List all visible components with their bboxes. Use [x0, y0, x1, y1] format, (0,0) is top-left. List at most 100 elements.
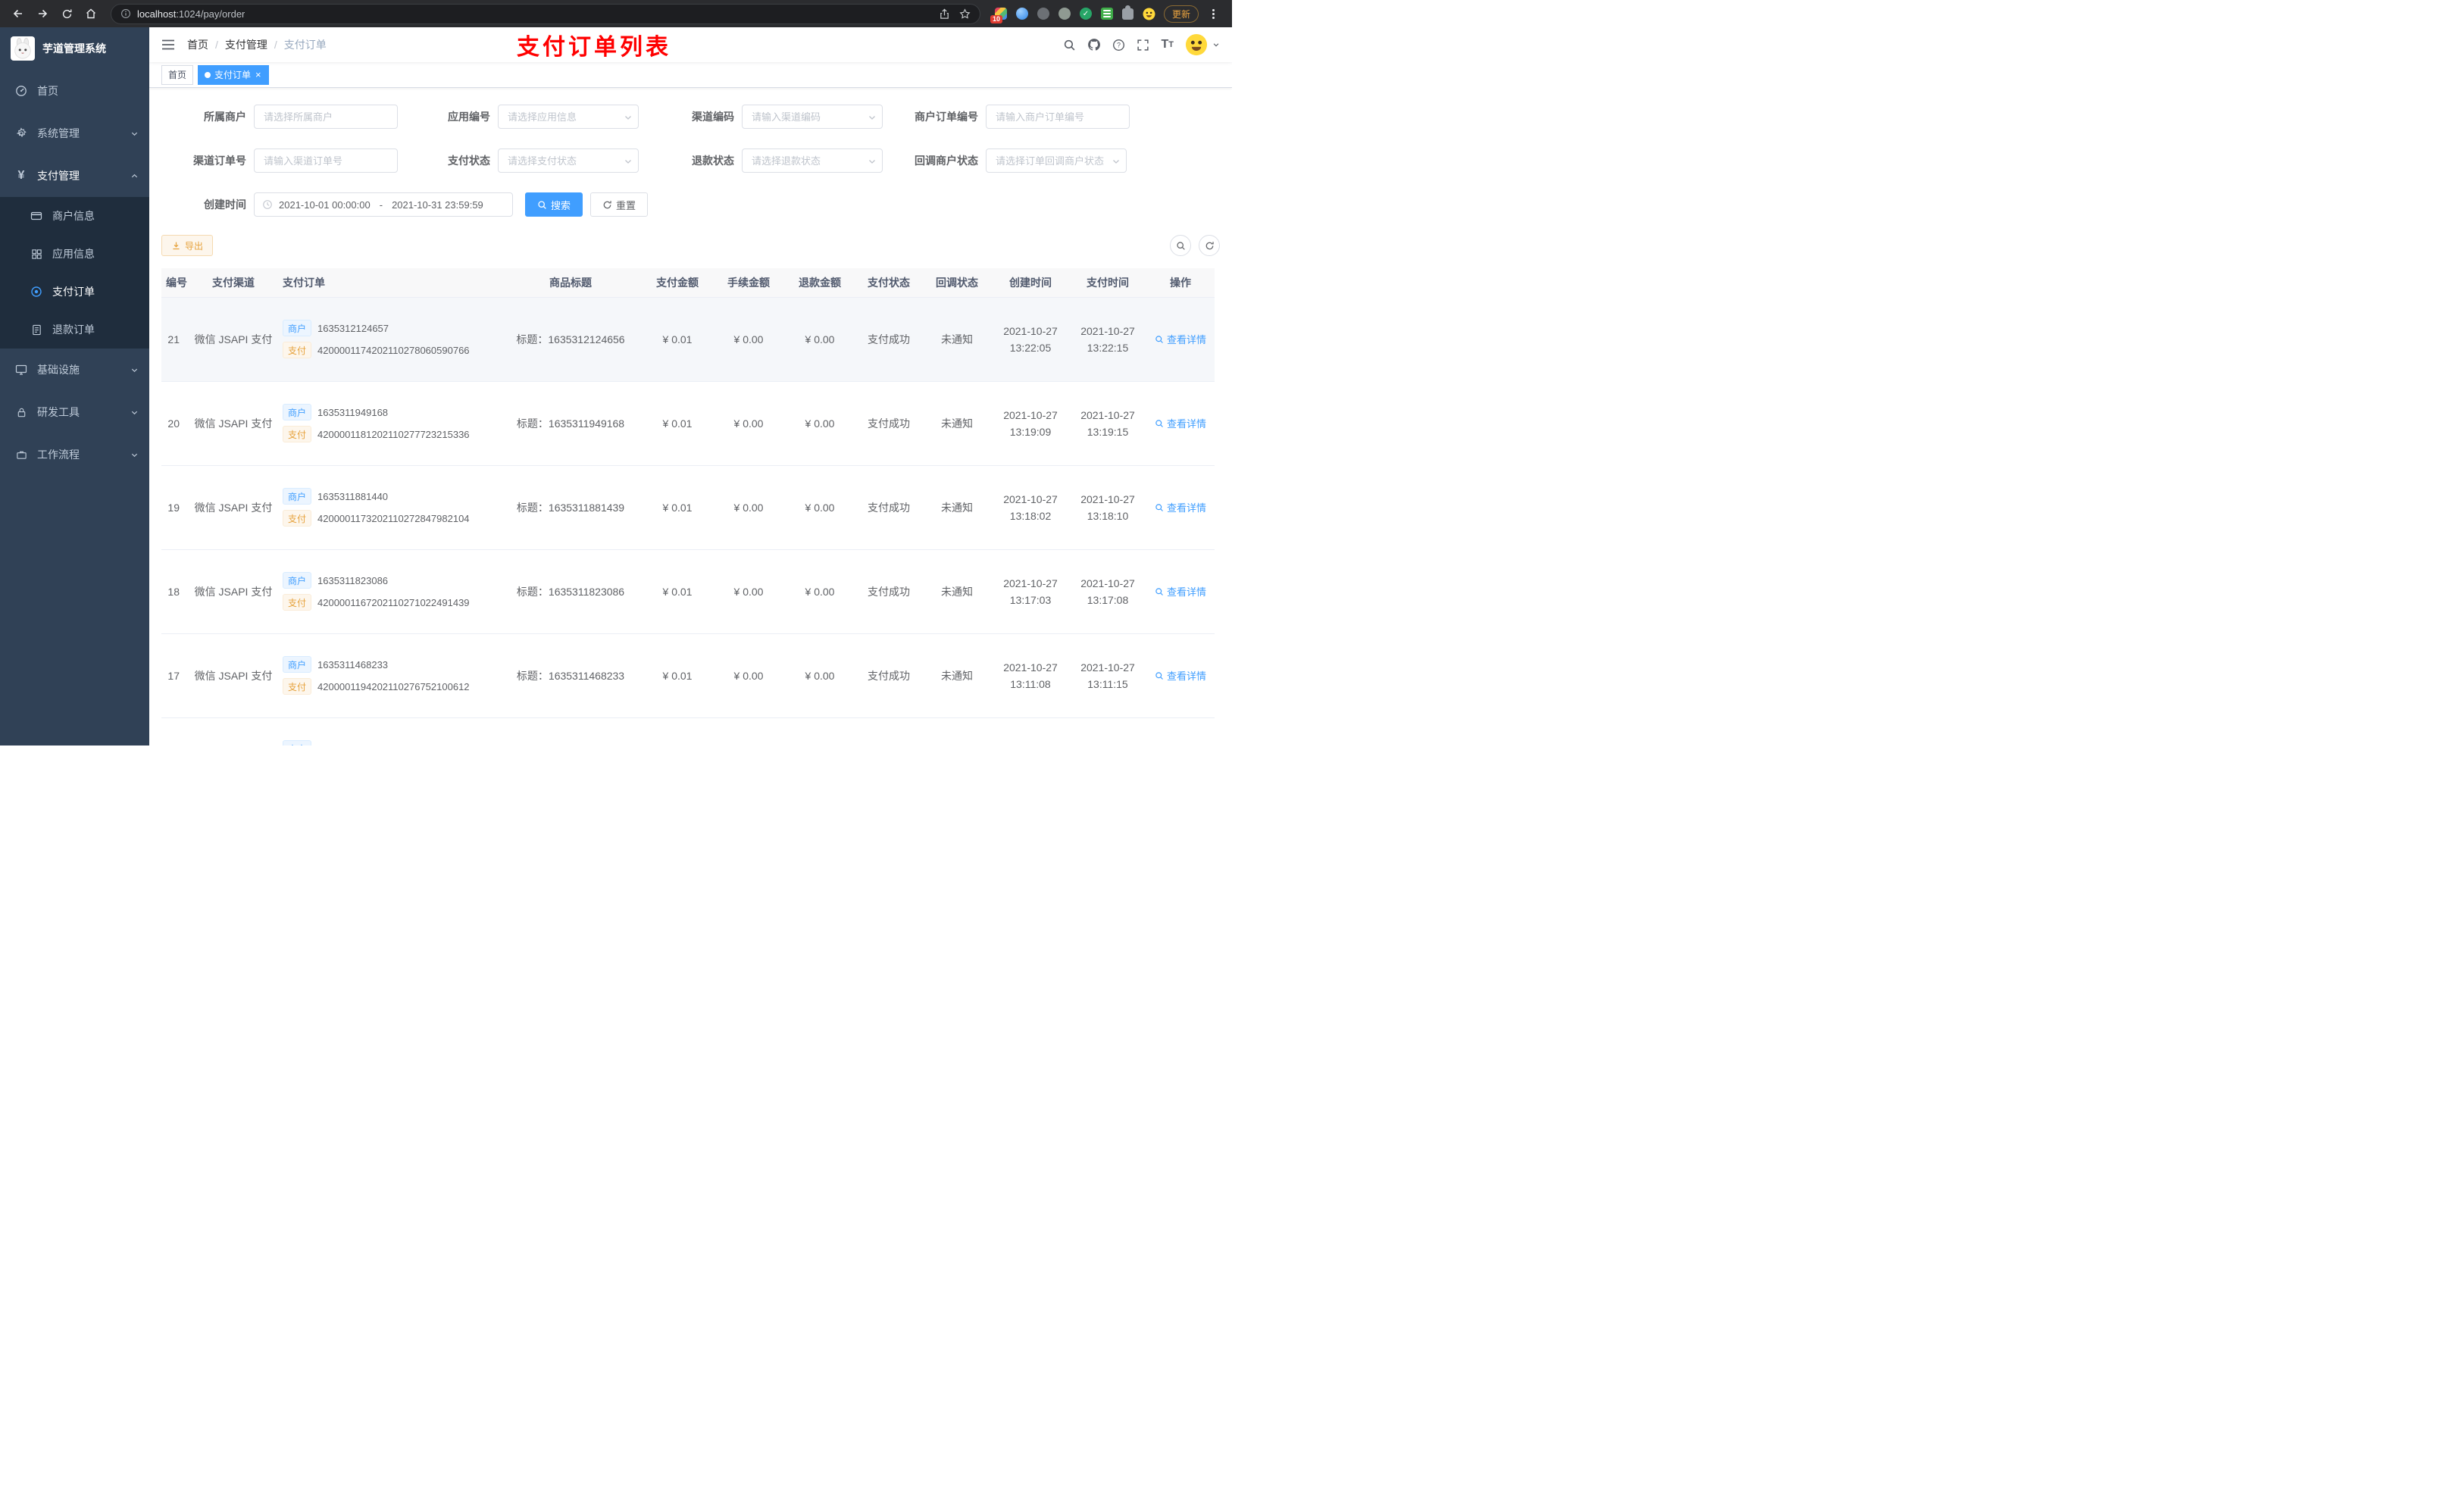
search-button[interactable]: 搜索 [525, 192, 583, 217]
sidebar-item-devtools[interactable]: 研发工具 [0, 391, 149, 433]
dashboard-icon [14, 85, 28, 97]
view-detail-link[interactable]: 查看详情 [1155, 416, 1206, 430]
fullscreen-icon[interactable] [1137, 39, 1149, 52]
merchant-filter-input[interactable] [254, 105, 398, 129]
yen-icon: ¥ [17, 169, 25, 182]
cell-pay-time: 2021-10-27 13:18:10 [1069, 465, 1146, 550]
pay-tag: 支付 [283, 510, 312, 527]
reset-button[interactable]: 重置 [590, 192, 649, 217]
bookmark-star-icon[interactable] [959, 8, 971, 20]
sidebar-item-payment[interactable]: ¥ 支付管理 [0, 155, 149, 197]
extensions-puzzle-icon[interactable] [1121, 5, 1135, 20]
refund-status-select[interactable] [742, 148, 883, 173]
chevron-up-icon [130, 172, 139, 180]
lock-icon [14, 407, 28, 418]
chat-extension-icon[interactable] [1100, 7, 1114, 20]
site-info-icon[interactable] [120, 8, 131, 19]
help-icon[interactable]: ? [1112, 39, 1125, 52]
update-button[interactable]: 更新 [1163, 5, 1199, 23]
column-header: 商品标题 [499, 268, 642, 298]
app-filter-select[interactable] [498, 105, 639, 129]
cell-refund: ¥ 0.00 [784, 297, 855, 382]
merchant-order-no-input[interactable] [986, 105, 1130, 129]
gear-icon [14, 127, 28, 139]
sidebar-item-infra[interactable]: 基础设施 [0, 349, 149, 391]
breadcrumb: 首页 / 支付管理 / 支付订单 [187, 37, 327, 52]
emoji-avatar-extension-icon[interactable] [1143, 7, 1156, 20]
clock-icon [262, 199, 273, 210]
merchant-tag: 商户 [283, 572, 312, 589]
font-size-icon[interactable]: TT [1161, 39, 1174, 51]
notify-status-select[interactable] [986, 148, 1127, 173]
export-button[interactable]: 导出 [161, 235, 214, 256]
cell-channel: 微信 JSAPI 支付 [189, 381, 278, 466]
sidebar-item-app-info[interactable]: 应用信息 [0, 235, 149, 273]
target-icon [30, 286, 43, 298]
forward-button[interactable] [32, 3, 53, 24]
reload-button[interactable] [56, 3, 77, 24]
cell-notify: 未通知 [922, 465, 992, 550]
breadcrumb-home[interactable]: 首页 [187, 37, 208, 52]
refresh-button[interactable] [1199, 235, 1220, 256]
cell-amount: ¥ 0.01 [642, 549, 713, 634]
tag-home[interactable]: 首页 [161, 64, 194, 85]
sidebar-item-home[interactable]: 首页 [0, 70, 149, 112]
tag-close-icon[interactable]: × [255, 70, 262, 80]
filter-label-refund-status: 退款状态 [692, 155, 734, 167]
breadcrumb-payment[interactable]: 支付管理 [225, 37, 267, 52]
cell-channel: 微信 JSAPI 支付 [189, 633, 278, 718]
cell-action: 查看详情 [1146, 297, 1215, 382]
tag-pay-order[interactable]: 支付订单 × [198, 64, 269, 85]
cell-fee: ¥ 0.00 [713, 297, 784, 382]
pay-status-select[interactable] [498, 148, 639, 173]
home-button[interactable] [80, 3, 102, 24]
sidebar-item-system[interactable]: 系统管理 [0, 112, 149, 155]
cell-fee: ¥ 0.00 [713, 381, 784, 466]
toggle-search-button[interactable] [1170, 235, 1191, 256]
gray-extension-icon-1[interactable] [1037, 7, 1050, 20]
sidebar-item-pay-order[interactable]: 支付订单 [0, 273, 149, 311]
colorful-extension-icon[interactable]: 10 [990, 7, 1008, 23]
view-detail-link[interactable]: 查看详情 [1155, 332, 1206, 346]
blue-extension-icon[interactable] [1015, 7, 1029, 20]
menu-fold-icon[interactable] [161, 39, 175, 51]
check-extension-icon[interactable]: ✓ [1079, 7, 1093, 20]
app-logo[interactable]: 芋道管理系统 [0, 27, 149, 70]
gray-extension-icon-2[interactable] [1058, 7, 1071, 20]
extensions-cluster: 10 ✓ 更新 [990, 5, 1224, 23]
cell-status [855, 717, 922, 746]
filter-label-app: 应用编号 [448, 111, 490, 123]
back-button[interactable] [8, 3, 29, 24]
share-icon[interactable] [939, 8, 950, 20]
tags-bar: 首页 支付订单 × [149, 62, 1232, 88]
view-detail-link[interactable]: 查看详情 [1155, 584, 1206, 599]
channel-order-no-input[interactable] [254, 148, 398, 173]
column-header: 操作 [1146, 268, 1215, 298]
cell-id: 19 [161, 465, 189, 550]
search-icon[interactable] [1063, 39, 1076, 52]
filter-label-channel-code: 渠道编码 [692, 111, 734, 123]
github-icon[interactable] [1087, 38, 1101, 52]
column-header: 退款金额 [784, 268, 855, 298]
cell-id: 18 [161, 549, 189, 634]
address-bar[interactable]: localhost:1024/pay/order [111, 3, 980, 24]
cell-action: 查看详情 [1146, 717, 1215, 746]
column-header: 支付渠道 [189, 268, 278, 298]
user-menu[interactable] [1185, 33, 1220, 56]
view-detail-link[interactable]: 查看详情 [1155, 500, 1206, 514]
sidebar-item-workflow[interactable]: 工作流程 [0, 433, 149, 476]
browser-menu-icon[interactable] [1206, 8, 1220, 19]
cell-status: 支付成功 [855, 465, 922, 550]
column-header: 支付时间 [1069, 268, 1146, 298]
sidebar-item-refund-order[interactable]: 退款订单 [0, 311, 149, 349]
sidebar-item-merchant-info[interactable]: 商户信息 [0, 197, 149, 235]
date-range-picker[interactable]: 2021-10-01 00:00:00 - 2021-10-31 23:59:5… [254, 192, 513, 217]
cell-notify: 未通知 [922, 381, 992, 466]
url-text[interactable]: localhost:1024/pay/order [137, 8, 245, 20]
cell-refund [784, 717, 855, 746]
cell-status: 支付成功 [855, 633, 922, 718]
channel-code-filter-select[interactable] [742, 105, 883, 129]
view-detail-link[interactable]: 查看详情 [1155, 668, 1206, 683]
cell-pay-time: 2021-10-27 13:17:08 [1069, 549, 1146, 634]
cell-id: 21 [161, 297, 189, 382]
